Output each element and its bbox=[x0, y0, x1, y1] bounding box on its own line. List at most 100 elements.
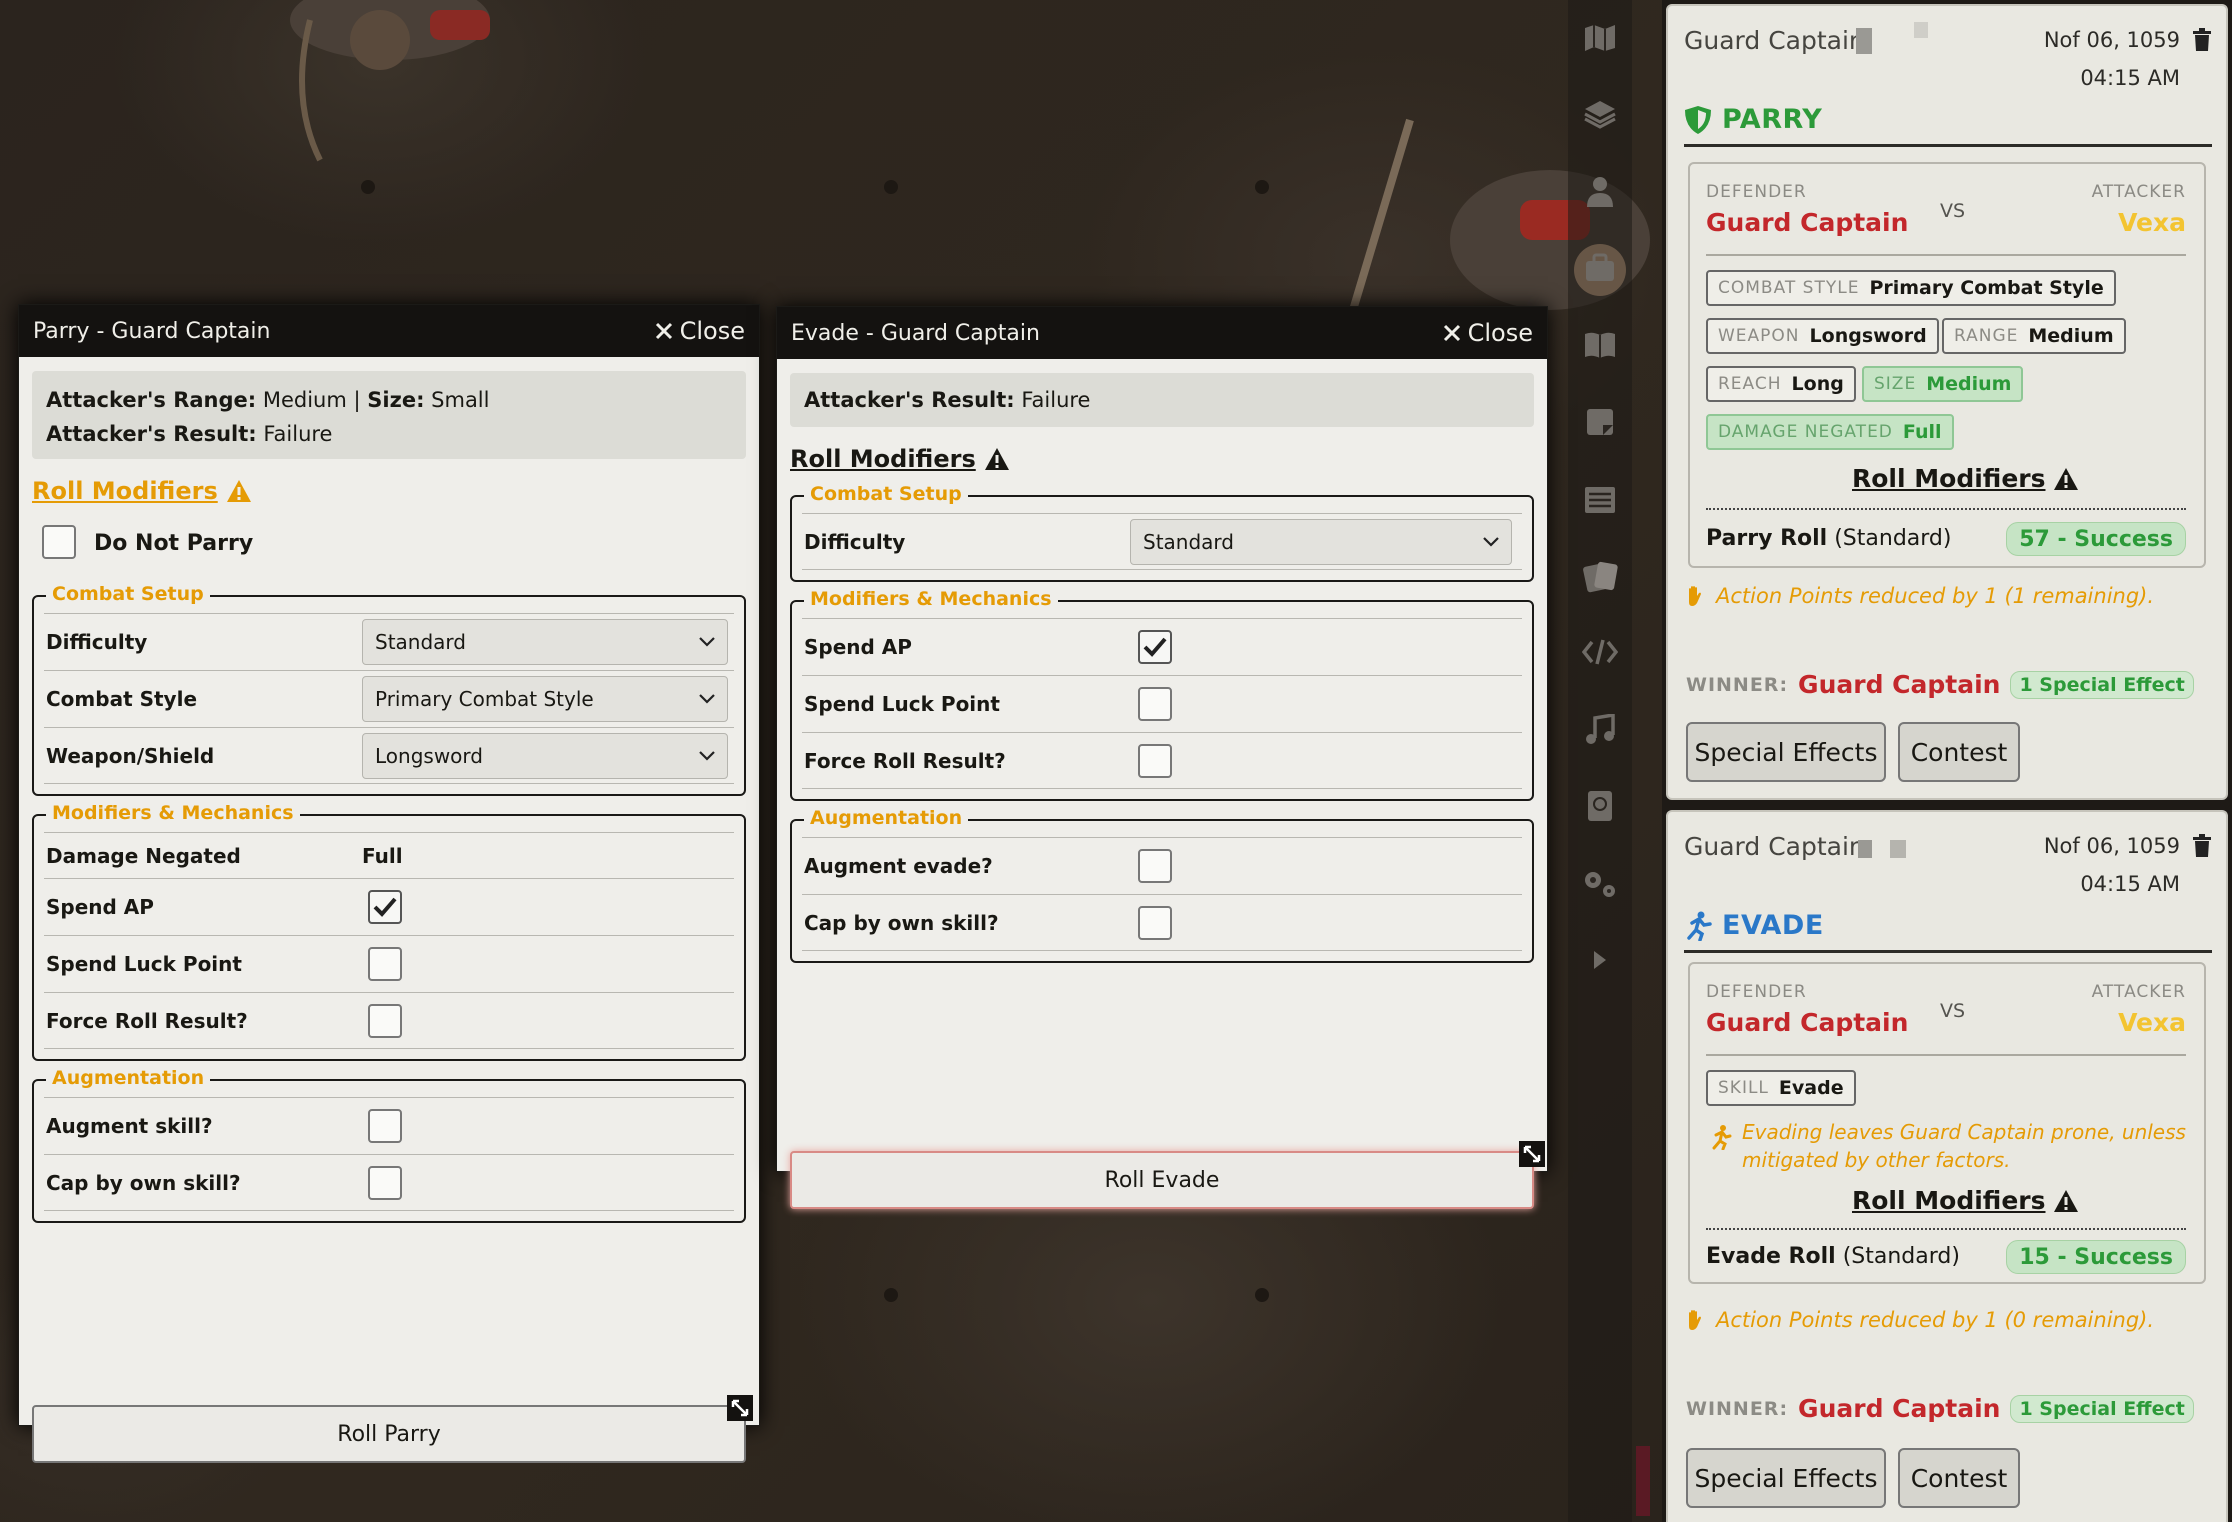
items-icon[interactable] bbox=[1580, 248, 1620, 288]
close-button[interactable]: Close bbox=[654, 317, 745, 345]
difficulty-label: Difficulty bbox=[804, 529, 906, 554]
combat-style-select[interactable]: Primary Combat Style bbox=[362, 676, 728, 722]
contest-button[interactable]: Contest bbox=[1898, 1448, 2020, 1508]
actor-icon[interactable] bbox=[1580, 172, 1620, 212]
message-time: 04:15 AM bbox=[2080, 66, 2180, 90]
evade-dialog-header[interactable]: Evade - Guard Captain Close bbox=[777, 307, 1547, 359]
attacker-name: Vexa bbox=[2118, 1008, 2186, 1037]
roll-modifiers-label: Roll Modifiers bbox=[1852, 464, 2046, 493]
cap-checkbox[interactable] bbox=[368, 1166, 402, 1200]
cap-row: Cap by own skill? bbox=[44, 1154, 734, 1211]
journal-icon[interactable] bbox=[1580, 325, 1620, 365]
tag-key: DAMAGE NEGATED bbox=[1718, 422, 1893, 442]
roll-difficulty: (Standard) bbox=[1842, 1244, 1960, 1269]
tag-value: Longsword bbox=[1809, 325, 1927, 347]
force-roll-checkbox[interactable] bbox=[1138, 744, 1172, 778]
roll-modifiers-label: Roll Modifiers bbox=[790, 445, 976, 473]
button-label: Special Effects bbox=[1694, 737, 1878, 767]
attacker-label: ATTACKER bbox=[2091, 182, 2186, 202]
vs-label: VS bbox=[1940, 200, 1966, 222]
modifiers-fieldset: Modifiers & Mechanics Damage Negated Ful… bbox=[32, 802, 746, 1061]
compendium-icon[interactable] bbox=[1580, 786, 1620, 826]
special-effect-badge: 1 Special Effect bbox=[2010, 1394, 2194, 1423]
augment-row: Augment skill? bbox=[44, 1097, 734, 1154]
spend-ap-label: Spend AP bbox=[46, 895, 154, 919]
roll-type: PARRY bbox=[1722, 104, 1823, 135]
spend-luck-row: Spend Luck Point bbox=[802, 675, 1522, 732]
spend-luck-checkbox[interactable] bbox=[1138, 687, 1172, 721]
notes-icon[interactable] bbox=[1580, 402, 1620, 442]
resize-handle[interactable] bbox=[1519, 1141, 1545, 1167]
roll-parry-button[interactable]: Roll Parry bbox=[32, 1405, 746, 1463]
spend-luck-checkbox[interactable] bbox=[368, 947, 402, 981]
weapon-select[interactable]: Longsword bbox=[362, 733, 728, 779]
evade-chat-card: Guard Captain Nof 06, 1059 04:15 AM EVAD… bbox=[1666, 810, 2228, 1522]
settings-icon[interactable] bbox=[1580, 864, 1620, 904]
resize-handle[interactable] bbox=[727, 1395, 753, 1421]
ap-note-text: Action Points reduced by 1 (1 remaining)… bbox=[1716, 584, 2155, 608]
cards-icon[interactable] bbox=[1580, 556, 1620, 596]
music-icon[interactable] bbox=[1580, 710, 1620, 750]
trash-icon[interactable] bbox=[2192, 28, 2212, 52]
difficulty-select[interactable]: Standard bbox=[1130, 519, 1512, 565]
roll-modifiers-link[interactable]: Roll Modifiers bbox=[790, 445, 1534, 473]
map-icon[interactable] bbox=[1580, 18, 1620, 58]
token-archer[interactable] bbox=[250, 0, 510, 180]
sidebar-tabs bbox=[1568, 0, 1632, 1522]
special-effects-button[interactable]: Special Effects bbox=[1686, 1448, 1886, 1508]
resize-icon bbox=[1523, 1145, 1541, 1163]
spend-luck-label: Spend Luck Point bbox=[46, 952, 242, 976]
resize-icon bbox=[731, 1399, 749, 1417]
ap-note: Action Points reduced by 1 (0 remaining)… bbox=[1686, 1308, 2154, 1332]
do-not-parry-checkbox[interactable] bbox=[42, 525, 76, 559]
roll-evade-button[interactable]: Roll Evade bbox=[790, 1151, 1534, 1209]
roll-modifiers-link[interactable]: Roll Modifiers bbox=[32, 477, 746, 505]
evade-roll-line: Evade Roll (Standard) bbox=[1706, 1244, 1960, 1269]
force-roll-label: Force Roll Result? bbox=[46, 1008, 248, 1033]
augment-checkbox[interactable] bbox=[368, 1109, 402, 1143]
spend-ap-checkbox[interactable] bbox=[1138, 630, 1172, 664]
fieldset-legend: Combat Setup bbox=[46, 583, 210, 605]
augment-checkbox[interactable] bbox=[1138, 849, 1172, 883]
defender-name: Guard Captain bbox=[1706, 1008, 1909, 1037]
evade-dialog[interactable]: Evade - Guard Captain Close Attacker's R… bbox=[776, 306, 1548, 1209]
vs-label: VS bbox=[1940, 1000, 1966, 1022]
code-icon[interactable] bbox=[1580, 632, 1620, 672]
roll-modifiers-link[interactable]: Roll Modifiers bbox=[1852, 1186, 2079, 1215]
warning-icon bbox=[984, 448, 1009, 470]
difficulty-select[interactable]: Standard bbox=[362, 619, 728, 665]
tag-value: Medium bbox=[2028, 325, 2114, 347]
force-roll-checkbox[interactable] bbox=[368, 1004, 402, 1038]
list-icon[interactable] bbox=[1580, 480, 1620, 520]
special-effects-button[interactable]: Special Effects bbox=[1686, 722, 1886, 782]
parry-dialog-header[interactable]: Parry - Guard Captain Close bbox=[19, 305, 759, 357]
size-label: Size: bbox=[367, 388, 425, 412]
result-label: Attacker's Result: bbox=[46, 422, 257, 446]
trash-icon[interactable] bbox=[2192, 834, 2212, 858]
evade-title: EVADE bbox=[1684, 910, 1824, 941]
combat-style-row: Combat Style Primary Combat Style bbox=[44, 670, 734, 727]
cap-checkbox[interactable] bbox=[1138, 906, 1172, 940]
contest-box: DEFENDER Guard Captain VS ATTACKER Vexa … bbox=[1688, 962, 2206, 1284]
roll-result-badge: 57 - Success bbox=[2006, 522, 2186, 556]
warning-icon bbox=[2054, 467, 2079, 490]
combat-setup-fieldset: Combat Setup Difficulty Standard bbox=[790, 483, 1534, 582]
close-button[interactable]: Close bbox=[1442, 319, 1533, 347]
contest-button[interactable]: Contest bbox=[1898, 722, 2020, 782]
difficulty-label: Difficulty bbox=[46, 630, 148, 654]
layers-icon[interactable] bbox=[1580, 94, 1620, 134]
winner-label: WINNER: bbox=[1686, 1397, 1789, 1420]
collapse-icon[interactable] bbox=[1580, 940, 1620, 980]
spend-ap-checkbox[interactable] bbox=[368, 890, 402, 924]
chevron-down-icon bbox=[699, 751, 715, 761]
roll-modifiers-link[interactable]: Roll Modifiers bbox=[1852, 464, 2079, 493]
roll-result: 15 - Success bbox=[2019, 1244, 2173, 1270]
close-icon bbox=[1443, 324, 1460, 342]
dialog-title: Parry - Guard Captain bbox=[33, 318, 271, 344]
parry-dialog[interactable]: Parry - Guard Captain Close Attacker's R… bbox=[18, 304, 760, 1463]
damage-negated-label: Damage Negated bbox=[46, 843, 241, 868]
checkmark-icon bbox=[1143, 637, 1167, 657]
modifiers-fieldset: Modifiers & Mechanics Spend AP Spend Luc… bbox=[790, 588, 1534, 801]
augmentation-fieldset: Augmentation Augment skill? Cap by own s… bbox=[32, 1067, 746, 1223]
augment-label: Augment evade? bbox=[804, 854, 993, 878]
